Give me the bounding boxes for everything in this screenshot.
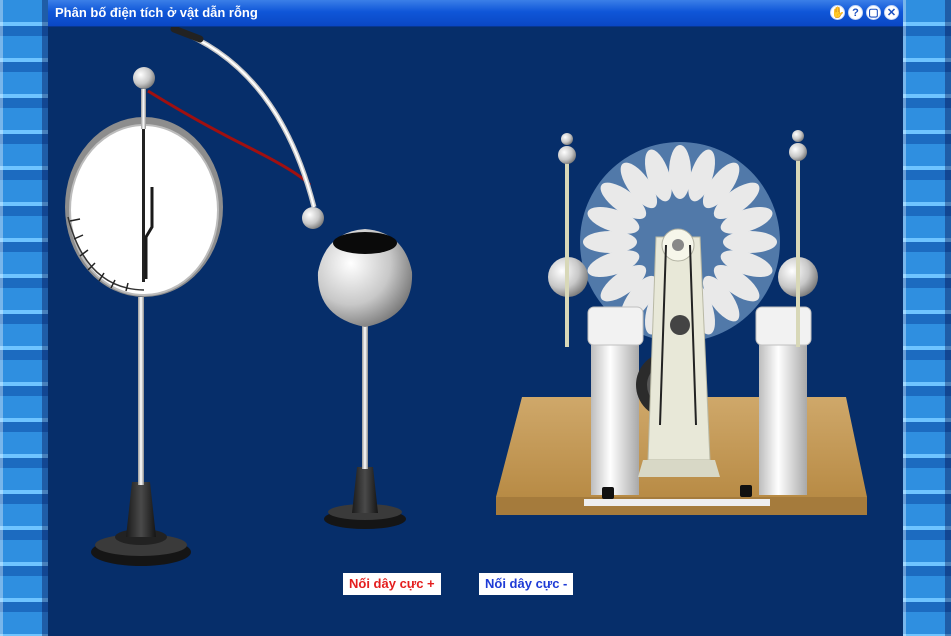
electroscope xyxy=(65,67,223,566)
connect-negative-button[interactable]: Nối dây cực - xyxy=(479,573,574,595)
window-title: Phân bố điện tích ở vật dẫn rỗng xyxy=(55,5,258,20)
left-border-decoration xyxy=(0,0,48,636)
disc-sector xyxy=(669,145,691,199)
connect-positive-button[interactable]: Nối dây cực + xyxy=(343,573,441,595)
hollow-conductor xyxy=(317,229,413,529)
help-icon[interactable]: ? xyxy=(848,5,863,20)
title-bar: Phân bố điện tích ở vật dẫn rỗng ✋ ? ▢ ✕ xyxy=(48,0,903,27)
restore-icon[interactable]: ▢ xyxy=(866,5,881,20)
hand-icon[interactable]: ✋ xyxy=(830,5,845,20)
close-icon[interactable]: ✕ xyxy=(884,5,899,20)
wimshurst-machine xyxy=(496,130,867,515)
apparatus-scene xyxy=(65,27,867,566)
simulation-stage: Nối dây cực + Nối dây cực - xyxy=(48,27,903,636)
disc-sector xyxy=(723,231,777,253)
right-border-decoration xyxy=(903,0,951,636)
disc-sector xyxy=(583,231,637,253)
